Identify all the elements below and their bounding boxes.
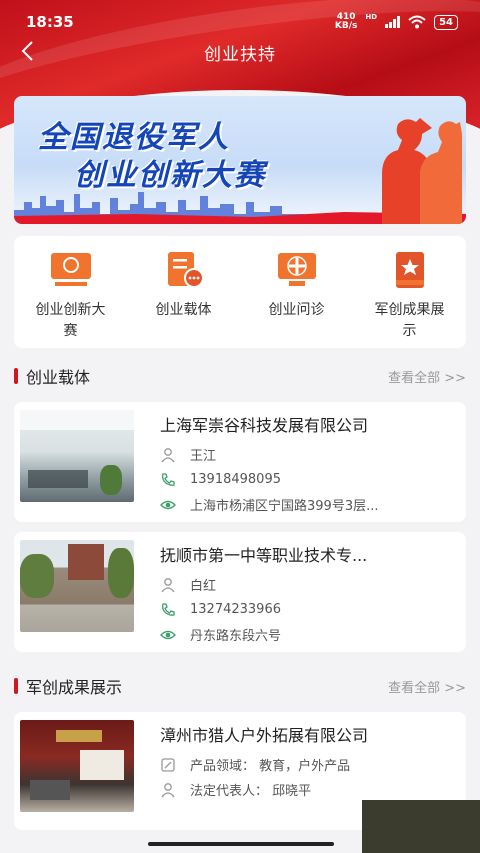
- section-title: 军创成果展示: [14, 674, 122, 698]
- legal-representative: 法定代表人： 邱晓平: [190, 784, 312, 799]
- view-all-link[interactable]: 查看全部 >>: [388, 367, 466, 386]
- eye-icon: [160, 630, 176, 639]
- signal-icon: [385, 16, 401, 28]
- person-icon: [161, 782, 175, 797]
- phone-icon: [162, 472, 175, 486]
- contact-name: 白红: [190, 579, 217, 594]
- nav-bar: 创业扶持: [0, 32, 480, 72]
- document-chat-icon: [167, 252, 204, 288]
- saluting-soldiers-icon: [382, 118, 462, 224]
- menu-item-carrier[interactable]: 创业载体: [134, 250, 234, 348]
- edit-box-icon: [161, 757, 175, 772]
- contact-phone[interactable]: 13918498095: [190, 472, 422, 487]
- medical-consult-icon: [277, 253, 316, 286]
- star-book-icon: [395, 252, 424, 288]
- company-name: 漳州市猎人户外拓展有限公司: [160, 726, 369, 745]
- exhibit-photo: [20, 720, 134, 812]
- view-all-link[interactable]: 查看全部 >>: [388, 677, 466, 696]
- section-header-carrier: 创业载体 查看全部 >>: [14, 364, 466, 388]
- contact-name: 王江: [190, 449, 217, 464]
- product-field: 产品领域： 教育，户外产品: [190, 759, 351, 774]
- corner-decoration: [362, 800, 480, 853]
- carrier-card[interactable]: 抚顺市第一中等职业技术专... 白红 13274233966 丹东路东段六号: [14, 532, 466, 652]
- section-title: 创业载体: [14, 364, 90, 388]
- contact-phone[interactable]: 13274233966: [190, 602, 422, 617]
- menu-label: 创业问诊: [268, 302, 325, 318]
- menu-item-contest[interactable]: 创业创新大赛: [21, 250, 121, 348]
- menu-item-achievements[interactable]: 军创成果展示: [360, 250, 460, 348]
- wifi-icon: [408, 15, 426, 29]
- page-title: 创业扶持: [204, 44, 276, 65]
- network-speed: 410 KB/s: [334, 12, 358, 31]
- company-name: 抚顺市第一中等职业技术专...: [160, 546, 368, 565]
- section-header-achievements: 军创成果展示 查看全部 >>: [14, 674, 466, 698]
- office-photo: [20, 410, 134, 502]
- battery-icon: 54: [434, 14, 458, 30]
- home-indicator[interactable]: [148, 842, 334, 846]
- address: 丹东路东段六号: [190, 629, 282, 644]
- person-icon: [161, 447, 175, 462]
- contest-banner[interactable]: 全国退役军人 创业创新大赛: [14, 96, 466, 224]
- award-screen-icon: [50, 253, 91, 286]
- menu-item-consult[interactable]: 创业问诊: [247, 250, 347, 348]
- carrier-card[interactable]: 上海军崇谷科技发展有限公司 王江 13918498095 上海市杨浦区宁国路39…: [14, 402, 466, 522]
- status-time: 18:35: [26, 13, 74, 31]
- eye-icon: [160, 500, 176, 509]
- hd-label: HD: [365, 13, 378, 21]
- menu-label: 军创成果展示: [374, 302, 445, 339]
- phone-icon: [162, 602, 175, 616]
- company-name: 上海军崇谷科技发展有限公司: [160, 416, 369, 435]
- feature-menu: 创业创新大赛 创业载体 创业问诊 军创成果展示: [14, 236, 466, 348]
- back-button[interactable]: [12, 36, 42, 66]
- menu-label: 创业载体: [155, 302, 212, 318]
- menu-label: 创业创新大赛: [35, 302, 106, 339]
- chevron-left-icon: [21, 41, 33, 61]
- campus-photo: [20, 540, 134, 632]
- address: 上海市杨浦区宁国路399号3层...: [190, 499, 379, 514]
- person-icon: [161, 577, 175, 592]
